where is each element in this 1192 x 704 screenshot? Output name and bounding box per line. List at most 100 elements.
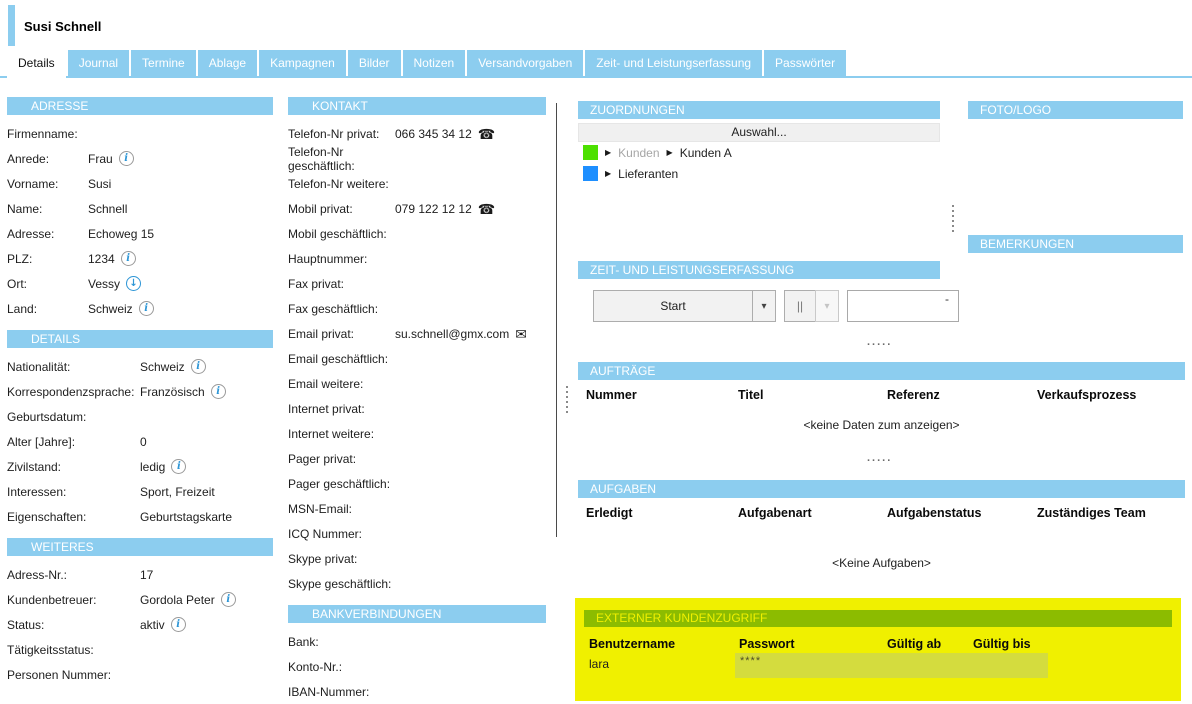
left-column: ADRESSE Firmenname: Anrede: Frau Vorname…: [7, 97, 273, 687]
field-label: Personen Nummer:: [7, 668, 140, 682]
info-icon[interactable]: [121, 251, 136, 266]
field-row: Fax geschäftlich:: [288, 296, 546, 321]
section-bemerkungen: BEMERKUNGEN: [968, 235, 1183, 253]
field-row: Ort: Vessy: [7, 271, 273, 296]
info-icon[interactable]: [171, 617, 186, 632]
start-button[interactable]: Start: [593, 290, 753, 322]
field-value[interactable]: Sport, Freizeit: [140, 485, 215, 499]
field-value[interactable]: 0: [140, 435, 147, 449]
password-field[interactable]: ****: [735, 653, 1048, 678]
tab[interactable]: Ablage: [198, 50, 257, 76]
column-header[interactable]: Aufgabenart: [738, 506, 887, 520]
field-row: Alter [Jahre]: 0: [7, 429, 273, 454]
field-value[interactable]: Susi: [88, 177, 111, 191]
mail-icon[interactable]: [515, 327, 527, 341]
field-value[interactable]: ledig: [140, 460, 165, 474]
field-value[interactable]: Schweiz: [88, 302, 133, 316]
tab[interactable]: Zeit- und Leistungserfassung: [585, 50, 762, 76]
auswahl-button[interactable]: Auswahl...: [578, 123, 940, 142]
info-icon[interactable]: [211, 384, 226, 399]
field-label: Internet privat:: [288, 402, 395, 416]
tab[interactable]: Passwörter: [764, 50, 846, 76]
category-group-label[interactable]: Lieferanten: [618, 167, 678, 181]
splitter-handle[interactable]: [952, 205, 954, 234]
start-dropdown-arrow-icon[interactable]: [752, 290, 776, 322]
field-row: Interessen: Sport, Freizeit: [7, 479, 273, 504]
expand-arrow-icon[interactable]: [605, 145, 611, 160]
tab[interactable]: Details: [7, 50, 66, 79]
column-header[interactable]: Gültig bis: [973, 637, 1181, 651]
category-item[interactable]: Lieferanten: [578, 163, 940, 184]
section-header-bank: BANKVERBINDUNGEN: [288, 605, 546, 623]
expand-arrow-icon[interactable]: [667, 145, 673, 160]
field-label: Status:: [7, 618, 140, 632]
field-value[interactable]: Französisch: [140, 385, 205, 399]
info-icon[interactable]: [171, 459, 186, 474]
info-icon[interactable]: [221, 592, 236, 607]
field-label: Adresse:: [7, 227, 88, 241]
column-header[interactable]: Zuständiges Team: [1037, 506, 1185, 520]
category-group-label[interactable]: Kunden: [618, 146, 659, 160]
field-label: Korrespondenzsprache:: [7, 385, 140, 399]
column-divider: [556, 103, 557, 537]
field-value[interactable]: aktiv: [140, 618, 165, 632]
field-value[interactable]: Schweiz: [140, 360, 185, 374]
field-label: Hauptnummer:: [288, 252, 395, 266]
field-value[interactable]: Vessy: [88, 277, 120, 291]
column-header[interactable]: Erledigt: [586, 506, 738, 520]
column-header[interactable]: Gültig ab: [887, 637, 973, 651]
tab[interactable]: Journal: [68, 50, 129, 76]
field-row: Hauptnummer:: [288, 246, 546, 271]
field-value[interactable]: Schnell: [88, 202, 127, 216]
phone-icon[interactable]: [478, 127, 495, 141]
tab[interactable]: Bilder: [348, 50, 401, 76]
field-value[interactable]: 1234: [88, 252, 115, 266]
column-header[interactable]: Titel: [738, 388, 887, 402]
field-label: Telefon-Nr geschäftlich:: [288, 145, 395, 173]
extern-access-row[interactable]: lara ****: [575, 653, 1181, 678]
aufgaben-column-headers: ErledigtAufgabenartAufgabenstatusZuständ…: [578, 506, 1185, 520]
category-item[interactable]: Kunden Kunden A: [578, 142, 940, 163]
column-header[interactable]: Nummer: [586, 388, 738, 402]
tab[interactable]: Notizen: [403, 50, 466, 76]
splitter-handle[interactable]: .....: [867, 452, 892, 464]
field-row: Pager geschäftlich:: [288, 471, 546, 496]
phone-icon[interactable]: [478, 202, 495, 216]
field-value[interactable]: su.schnell@gmx.com: [395, 327, 509, 341]
section-header-externer-kundenzugriff: EXTERNER KUNDENZUGRIFF: [584, 610, 1172, 627]
column-header[interactable]: Verkaufsprozess: [1037, 388, 1185, 402]
field-value[interactable]: Geburtstagskarte: [140, 510, 232, 524]
field-row: Konto-Nr.:: [288, 654, 546, 679]
column-header[interactable]: Aufgabenstatus: [887, 506, 1037, 520]
column-header[interactable]: Benutzername: [589, 637, 739, 651]
pause-button[interactable]: ||: [784, 290, 816, 322]
field-row: Geburtsdatum:: [7, 404, 273, 429]
field-value[interactable]: Frau: [88, 152, 113, 166]
category-color-swatch: [583, 166, 598, 181]
field-value[interactable]: 079 122 12 12: [395, 202, 472, 216]
extern-column-headers: BenutzernamePasswortGültig abGültig bis: [575, 637, 1181, 651]
timer-display-field[interactable]: -: [847, 290, 959, 322]
field-value[interactable]: 066 345 34 12: [395, 127, 472, 141]
info-icon[interactable]: [119, 151, 134, 166]
down-icon[interactable]: [126, 276, 141, 291]
section-header-kontakt: KONTAKT: [288, 97, 546, 115]
field-value[interactable]: Echoweg 15: [88, 227, 154, 241]
field-label: Pager privat:: [288, 452, 395, 466]
column-header[interactable]: Referenz: [887, 388, 1037, 402]
info-icon[interactable]: [191, 359, 206, 374]
field-label: Telefon-Nr privat:: [288, 127, 395, 141]
field-row: Telefon-Nr weitere:: [288, 171, 546, 196]
tab[interactable]: Termine: [131, 50, 196, 76]
splitter-handle[interactable]: .....: [867, 336, 892, 348]
tab[interactable]: Versandvorgaben: [467, 50, 583, 76]
category-sub-label[interactable]: Kunden A: [680, 146, 732, 160]
tab[interactable]: Kampagnen: [259, 50, 346, 76]
username-cell[interactable]: lara: [589, 657, 609, 671]
expand-arrow-icon[interactable]: [605, 166, 611, 181]
info-icon[interactable]: [139, 301, 154, 316]
splitter-handle[interactable]: [566, 386, 568, 415]
field-value[interactable]: Gordola Peter: [140, 593, 215, 607]
field-value[interactable]: 17: [140, 568, 153, 582]
column-header[interactable]: Passwort: [739, 637, 887, 651]
